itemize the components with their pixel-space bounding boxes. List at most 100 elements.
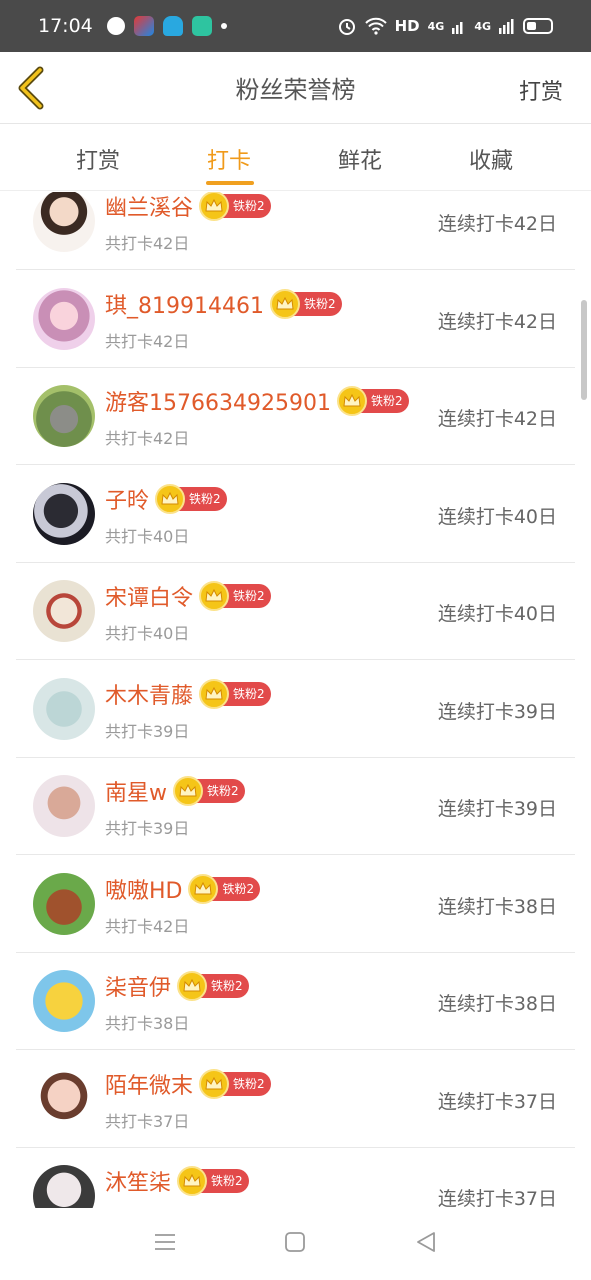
crown-icon	[269, 288, 300, 319]
status-time: 17:04	[38, 15, 93, 37]
total-checkin: 共打卡38日	[105, 1014, 190, 1033]
nav-back-button[interactable]	[415, 1231, 437, 1257]
alarm-icon	[338, 19, 355, 35]
nav-home-button[interactable]	[284, 1231, 306, 1257]
tab-bar: 打赏 打卡 鲜花 收藏	[0, 125, 591, 191]
fan-name[interactable]: 幽兰溪谷	[105, 192, 193, 222]
name-line: 南星w 铁粉2	[105, 775, 245, 807]
list-item[interactable]: 琪_819914461 铁粉2 共打卡42日 连续打卡42日	[16, 271, 575, 368]
fan-name[interactable]: 宋谭白令	[105, 580, 193, 612]
name-line: 沐笙柒 铁粉2	[105, 1165, 249, 1197]
signal-bars-icon	[452, 22, 463, 34]
page-title: 粉丝荣誉榜	[235, 76, 356, 104]
list-item[interactable]: 子昤 铁粉2 共打卡40日 连续打卡40日	[16, 466, 575, 563]
streak-checkin: 连续打卡39日	[437, 700, 557, 723]
tab-reward[interactable]: 打赏	[76, 143, 120, 175]
avatar[interactable]	[33, 580, 95, 642]
streak-checkin: 连续打卡40日	[437, 603, 557, 625]
list-item[interactable]: 南星w 铁粉2 共打卡39日 连续打卡39日	[16, 758, 575, 855]
total-checkin: 共打卡42日	[105, 234, 190, 253]
list-item[interactable]: 木木青藤 铁粉2 共打卡39日 连续打卡39日	[16, 661, 575, 758]
name-line: 陌年微末 铁粉2	[105, 1068, 271, 1100]
total-checkin: 共打卡37日	[105, 1111, 190, 1131]
streak-checkin: 连续打卡38日	[437, 895, 557, 918]
fan-name[interactable]: 嗷嗷HD	[105, 873, 182, 905]
fan-level-badge: 铁粉2	[188, 873, 261, 904]
name-line: 琪_819914461 铁粉2	[105, 288, 342, 320]
back-triangle-icon	[416, 1232, 435, 1252]
fan-name[interactable]: 沐笙柒	[105, 1165, 171, 1197]
avatar[interactable]	[33, 192, 95, 252]
name-line: 子昤 铁粉2	[105, 483, 227, 515]
qq-icon	[162, 16, 183, 36]
fan-name[interactable]: 柒音伊	[105, 970, 171, 1002]
fan-name[interactable]: 游客1576634925901	[105, 385, 331, 417]
tab-checkin[interactable]: 打卡	[207, 143, 251, 175]
name-line: 木木青藤 铁粉2	[105, 678, 271, 710]
tab-active-indicator	[206, 181, 254, 185]
dot-icon	[220, 23, 227, 29]
fan-name[interactable]: 木木青藤	[105, 678, 193, 710]
list-item[interactable]: 嗷嗷HD 铁粉2 共打卡42日 连续打卡38日	[16, 856, 575, 953]
fan-level-badge: 铁粉2	[199, 192, 271, 221]
name-line: 幽兰溪谷 铁粉2	[105, 192, 271, 222]
network-label: HD	[394, 17, 420, 35]
signal-2: 4G	[474, 19, 491, 33]
nav-menu-button[interactable]	[154, 1232, 176, 1256]
list-item[interactable]: 幽兰溪谷 铁粉2 共打卡42日 连续打卡42日	[16, 192, 575, 270]
total-checkin: 共打卡40日	[105, 624, 190, 643]
streak-checkin: 连续打卡38日	[437, 993, 557, 1015]
back-button[interactable]	[14, 66, 54, 110]
list-item[interactable]: 沐笙柒 铁粉2 连续打卡37日	[16, 1148, 575, 1208]
list-item[interactable]: 宋谭白令 铁粉2 共打卡40日 连续打卡40日	[16, 563, 575, 660]
crown-icon	[199, 678, 230, 709]
chevron-left-icon	[18, 66, 44, 110]
avatar[interactable]	[33, 872, 95, 935]
streak-checkin: 连续打卡37日	[437, 1090, 557, 1113]
total-checkin: 共打卡39日	[105, 819, 190, 838]
list-item[interactable]: 陌年微末 铁粉2 共打卡37日 连续打卡37日	[16, 1051, 575, 1148]
fan-level-badge: 铁粉2	[155, 483, 227, 514]
avatar[interactable]	[33, 385, 95, 447]
fan-level-badge: 铁粉2	[177, 971, 249, 1001]
fan-level-badge: 铁粉2	[199, 678, 271, 709]
fan-level-badge: 铁粉2	[269, 288, 342, 319]
fan-name[interactable]: 南星w	[105, 775, 167, 807]
signal-1: 4G	[427, 19, 445, 33]
fan-name[interactable]: 子昤	[105, 483, 149, 515]
streak-checkin: 连续打卡42日	[437, 310, 557, 333]
fan-level-badge: 铁粉2	[199, 1068, 271, 1099]
fan-level-badge: 铁粉2	[173, 776, 245, 806]
total-checkin: 共打卡42日	[105, 916, 190, 936]
avatar[interactable]	[33, 775, 95, 837]
status-app-icons	[106, 16, 227, 36]
avatar[interactable]	[33, 677, 95, 740]
list-item[interactable]: 柒音伊 铁粉2 共打卡38日 连续打卡38日	[16, 953, 575, 1050]
fan-list[interactable]: 幽兰溪谷 铁粉2 共打卡42日 连续打卡42日 琪_819914461 铁粉2 共打卡42日…	[0, 192, 591, 1208]
list-item[interactable]: 游客1576634925901 铁粉2 共打卡42日 连续打卡42日	[16, 368, 575, 465]
tab-favorites[interactable]: 收藏	[469, 143, 513, 175]
total-checkin: 共打卡42日	[105, 331, 190, 351]
tab-flowers[interactable]: 鲜花	[338, 143, 382, 175]
avatar[interactable]	[33, 287, 95, 350]
avatar[interactable]	[33, 1165, 95, 1208]
wifi-icon	[364, 17, 387, 35]
total-checkin: 共打卡40日	[105, 526, 190, 546]
reward-button[interactable]: 打赏	[519, 74, 563, 106]
status-bar: 17:04 HD 4G 4G	[0, 0, 591, 52]
streak-checkin: 连续打卡40日	[437, 505, 557, 528]
streak-checkin: 连续打卡39日	[437, 798, 557, 820]
video-app-icon	[133, 16, 154, 36]
avatar[interactable]	[33, 970, 95, 1032]
fan-name[interactable]: 琪_819914461	[105, 288, 264, 320]
crown-icon	[199, 1068, 230, 1099]
scrollbar[interactable]	[581, 300, 587, 400]
avatar[interactable]	[33, 1067, 95, 1130]
streak-checkin: 连续打卡42日	[437, 213, 557, 235]
app-header: 粉丝荣誉榜 打赏	[0, 52, 591, 124]
avatar[interactable]	[33, 482, 95, 545]
fan-name[interactable]: 陌年微末	[105, 1068, 193, 1100]
total-checkin: 共打卡39日	[105, 721, 190, 741]
streak-checkin: 连续打卡42日	[437, 408, 557, 430]
status-right: HD 4G 4G	[337, 16, 553, 36]
